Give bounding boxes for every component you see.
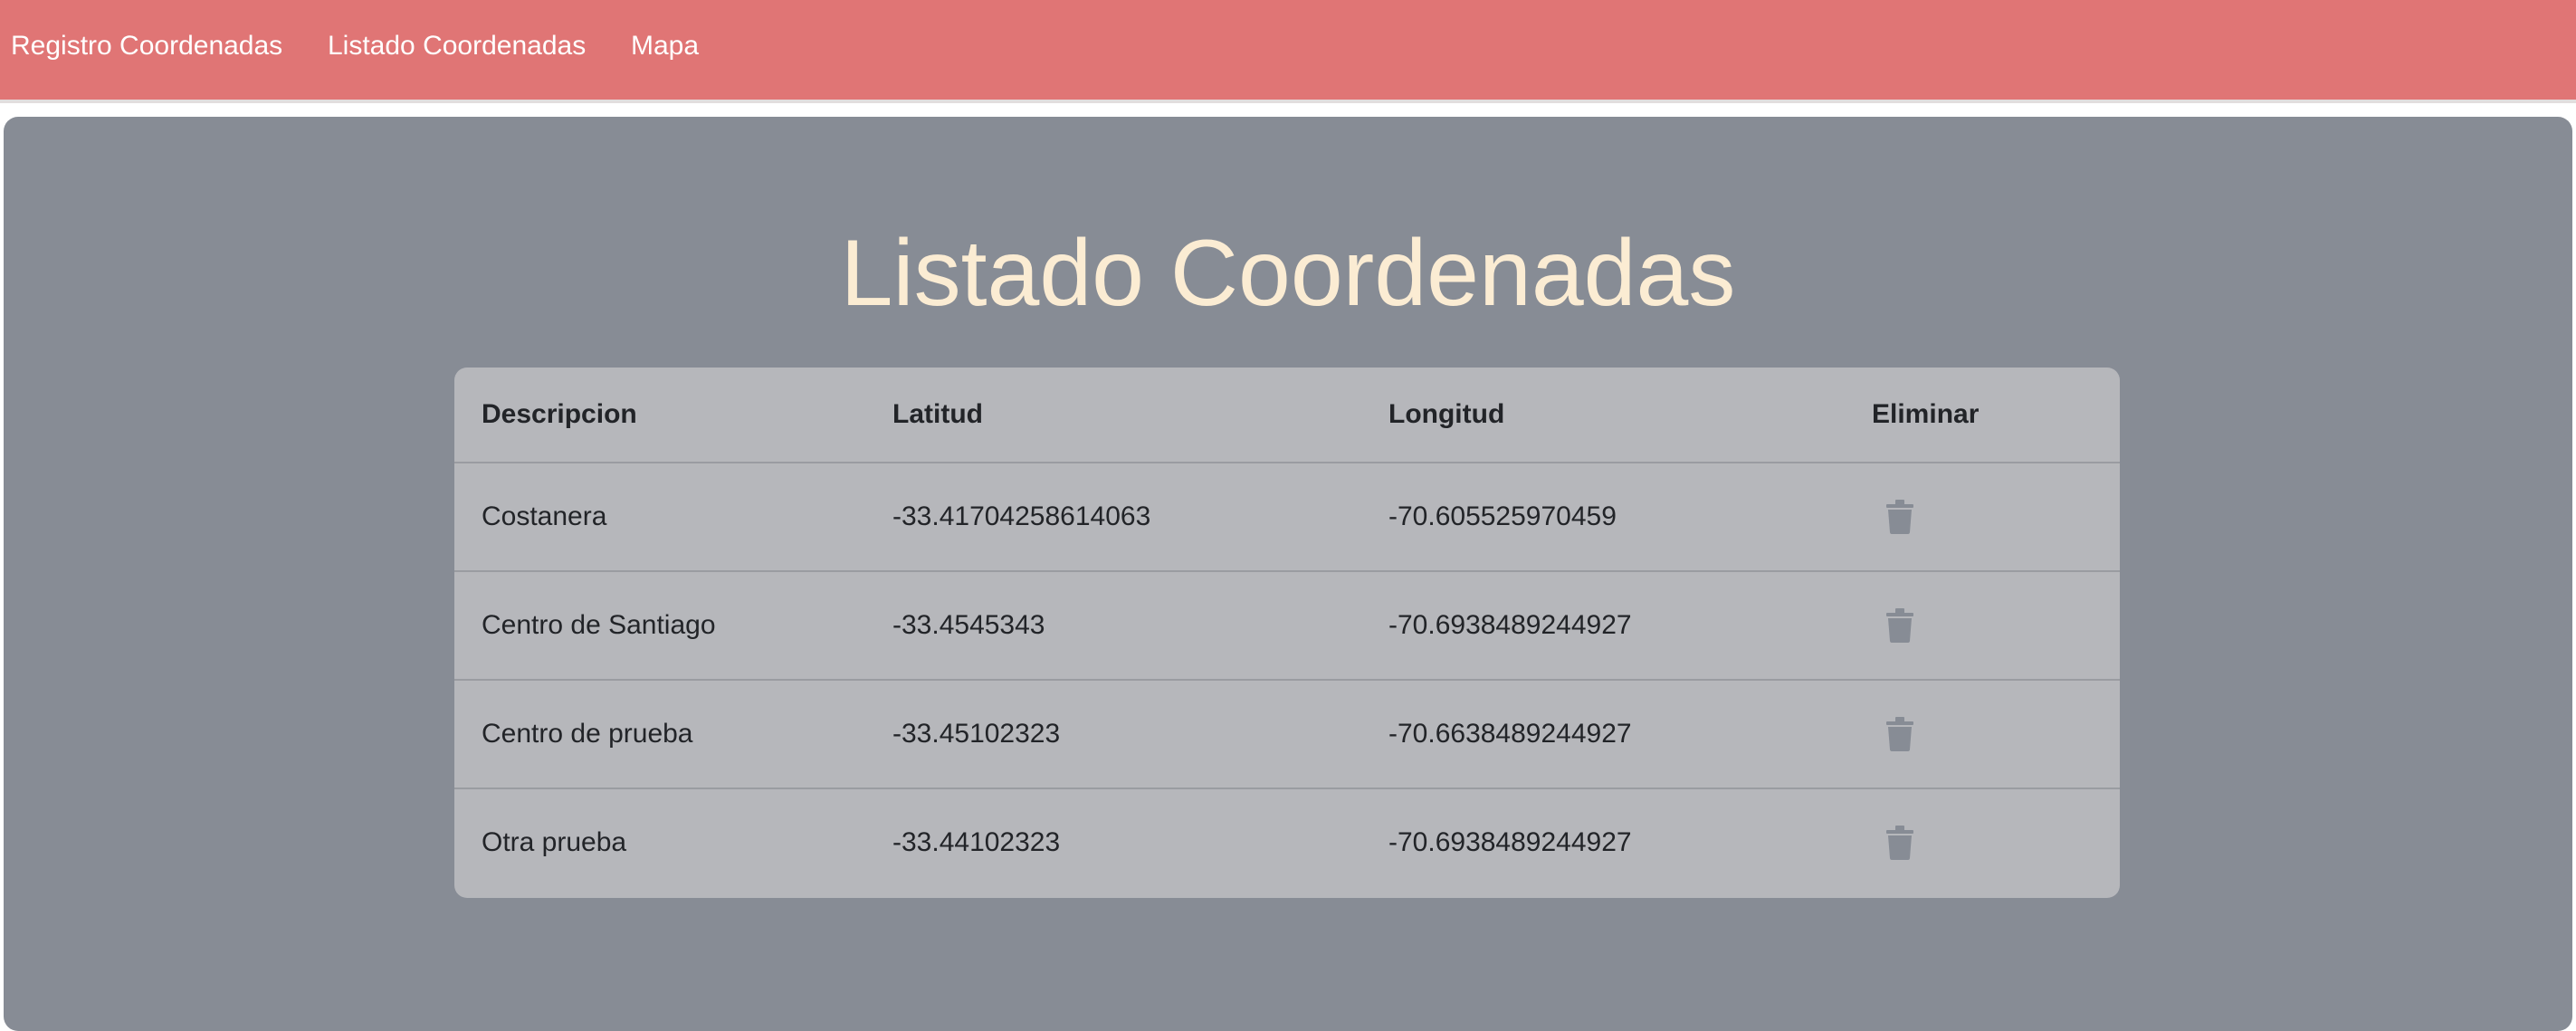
cell-latitud: -33.4545343 <box>892 571 1388 681</box>
table-row: Centro de prueba -33.45102323 -70.663848… <box>454 680 2120 789</box>
cell-longitud: -70.6938489244927 <box>1388 827 1632 857</box>
cell-eliminar <box>1872 788 2120 896</box>
cell-longitud: -70.605525970459 <box>1388 463 1872 572</box>
header-longitud: Longitud <box>1388 368 1872 463</box>
trash-icon <box>1886 500 1913 534</box>
cell-longitud: -70.6938489244927 <box>1388 571 1872 681</box>
cell-latitud: -33.45102323 <box>892 680 1388 789</box>
trash-icon <box>1886 717 1913 751</box>
delete-button[interactable] <box>1886 500 1913 534</box>
table-row: Costanera -33.41704258614063 -70.6055259… <box>454 463 2120 572</box>
cell-descripcion: Costanera <box>454 463 892 572</box>
trash-icon <box>1886 826 1913 860</box>
cell-longitud: -70.6638489244927 <box>1388 680 1872 789</box>
trash-icon <box>1886 608 1913 643</box>
header-latitud: Latitud <box>892 368 1388 463</box>
cell-latitud: -33.44102323 <box>892 827 1061 857</box>
cell-descripcion: Centro de prueba <box>454 680 892 789</box>
header-descripcion: Descripcion <box>454 368 892 463</box>
delete-button[interactable] <box>1886 717 1913 751</box>
delete-button[interactable] <box>1886 608 1913 643</box>
cell-latitud: -33.41704258614063 <box>892 463 1388 572</box>
cell-descripcion: Centro de Santiago <box>454 571 892 681</box>
table-row: Otra prueba -33.44102323 -70.69384892449… <box>454 788 2120 896</box>
table-header-row: Descripcion Latitud Longitud Eliminar <box>454 368 2120 463</box>
cell-eliminar <box>1872 571 2120 681</box>
page-title: Listado Coordenadas <box>840 221 1736 326</box>
cell-eliminar <box>1872 680 2120 789</box>
navbar: Registro Coordenadas Listado Coordenadas… <box>0 0 2576 103</box>
nav-link-registro-coordenadas[interactable]: Registro Coordenadas <box>11 33 282 60</box>
nav-link-mapa[interactable]: Mapa <box>631 33 699 60</box>
coordinates-table: Descripcion Latitud Longitud Eliminar Co… <box>454 368 2120 896</box>
delete-button[interactable] <box>1886 826 1913 860</box>
coordinates-table-card: Descripcion Latitud Longitud Eliminar Co… <box>454 368 2120 898</box>
cell-descripcion: Otra prueba <box>482 827 627 857</box>
cell-eliminar <box>1872 463 2120 572</box>
header-eliminar: Eliminar <box>1872 368 2120 463</box>
table-row: Centro de Santiago -33.4545343 -70.69384… <box>454 571 2120 681</box>
nav-link-listado-coordenadas[interactable]: Listado Coordenadas <box>328 33 586 60</box>
